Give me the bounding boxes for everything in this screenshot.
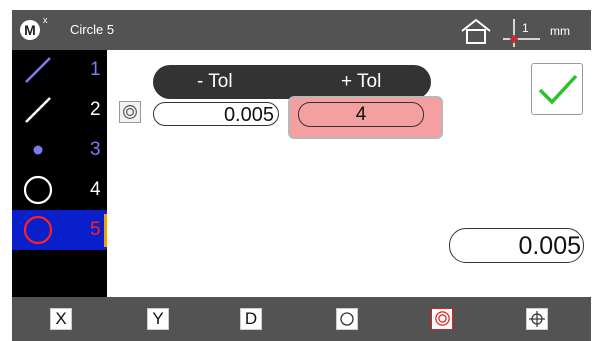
position-tool-button[interactable]: [526, 308, 548, 330]
lower-tolerance-field[interactable]: 0.005: [153, 102, 279, 126]
feature-item-2[interactable]: 2: [12, 90, 107, 130]
feature-number: 3: [90, 139, 101, 160]
circle-icon: [340, 312, 354, 326]
feature-item-3[interactable]: 3: [12, 130, 107, 170]
axis-label: 1: [522, 21, 529, 35]
plus-tol-label: + Tol: [341, 71, 382, 92]
unit-label: mm: [550, 24, 570, 38]
concentric-circles-icon: [434, 311, 450, 326]
tolerance-header: - Tol + Tol: [153, 65, 431, 99]
circle-feature-icon: [23, 175, 53, 205]
home-icon[interactable]: [459, 17, 493, 45]
upper-tolerance-value: 4: [355, 104, 367, 125]
feature-item-4[interactable]: 4: [12, 170, 107, 210]
checkmark-icon: [538, 74, 578, 105]
feature-item-5[interactable]: 5: [12, 210, 107, 250]
result-value: 0.005: [518, 232, 581, 260]
line-feature-icon: [25, 57, 51, 83]
feature-number: 5: [90, 219, 101, 240]
feature-title: Circle 5: [70, 22, 115, 37]
circle-tool-button[interactable]: [336, 308, 358, 330]
point-feature-icon: [33, 145, 43, 155]
line-feature-icon: [25, 97, 51, 123]
x-button[interactable]: X: [50, 308, 72, 330]
datum-axes-icon[interactable]: 1: [500, 16, 542, 48]
app-frame: M x Circle 5 1 mm 1 2 3 4 5 - Tol + Tol …: [12, 10, 591, 341]
concentricity-tool-button[interactable]: [431, 308, 453, 330]
tolerance-panel: - Tol + Tol 0.005 4 0.005: [107, 50, 591, 297]
m-logo[interactable]: M: [20, 20, 40, 40]
d-button[interactable]: D: [240, 308, 262, 330]
minus-tol-label: - Tol: [197, 71, 233, 92]
toolbar: X Y D: [12, 297, 591, 341]
concentricity-icon[interactable]: [119, 101, 141, 123]
confirm-button[interactable]: [531, 63, 583, 115]
feature-list: 1 2 3 4 5: [12, 50, 107, 297]
result-field: 0.005: [449, 228, 584, 263]
feature-item-1[interactable]: 1: [12, 50, 107, 90]
feature-number: 4: [90, 179, 101, 200]
feature-number: 1: [90, 59, 101, 80]
y-button[interactable]: Y: [147, 308, 169, 330]
upper-tolerance-box[interactable]: 4: [288, 96, 443, 139]
title-bar: M x Circle 5 1 mm: [12, 10, 591, 50]
crosshair-icon: [529, 311, 545, 327]
feature-number: 2: [90, 99, 101, 120]
lower-tolerance-value: 0.005: [223, 104, 274, 126]
circle-feature-icon: [23, 215, 53, 245]
logo-badge: x: [43, 15, 48, 25]
upper-tolerance-field[interactable]: 4: [298, 102, 424, 127]
